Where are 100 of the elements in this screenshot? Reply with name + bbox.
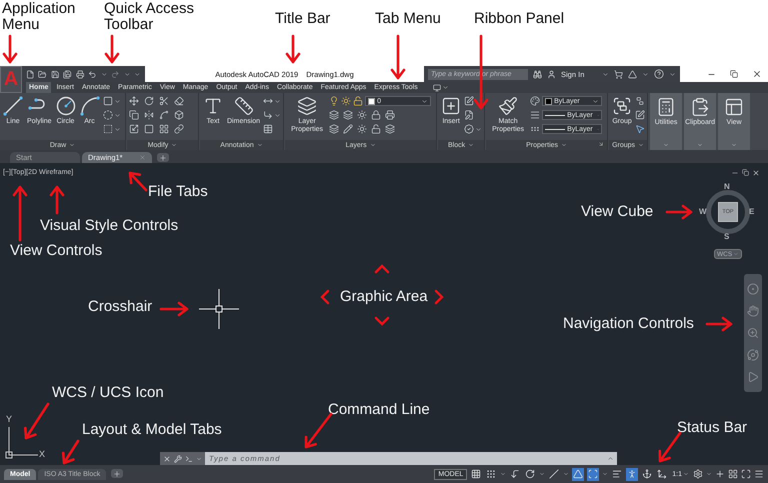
ungroup-icon[interactable] bbox=[635, 96, 646, 106]
square-icon[interactable] bbox=[144, 124, 154, 134]
prompt-icon[interactable] bbox=[185, 454, 193, 462]
compass-letter[interactable]: E bbox=[749, 208, 754, 216]
pencil-icon[interactable] bbox=[343, 124, 354, 134]
plus-icon[interactable] bbox=[715, 469, 725, 479]
eraser-icon[interactable] bbox=[174, 96, 184, 106]
dots-icon[interactable] bbox=[530, 124, 540, 134]
callout-label: Navigation Controls bbox=[563, 316, 694, 332]
file-pen-icon[interactable] bbox=[464, 110, 474, 120]
fullscreen-icon[interactable] bbox=[741, 469, 751, 479]
pointer-arrow bbox=[128, 172, 148, 192]
restore-icon[interactable] bbox=[742, 169, 749, 176]
zoom-icon[interactable] bbox=[747, 327, 759, 339]
layers-icon[interactable] bbox=[329, 110, 340, 120]
compass-letter[interactable]: N bbox=[724, 183, 730, 191]
ucs-axes-icon bbox=[5, 425, 39, 459]
settings-icon[interactable] bbox=[693, 469, 703, 479]
square-pen-icon[interactable] bbox=[635, 110, 646, 120]
square-pen-icon[interactable] bbox=[464, 96, 474, 106]
badge-icon[interactable] bbox=[464, 124, 474, 134]
hand-icon[interactable] bbox=[747, 305, 759, 317]
undo-icon[interactable] bbox=[88, 70, 97, 78]
unlock-icon[interactable] bbox=[371, 124, 382, 134]
status-toggle[interactable] bbox=[572, 468, 584, 480]
restore-icon[interactable] bbox=[730, 70, 738, 78]
save-icon[interactable] bbox=[50, 70, 60, 78]
new-layout-button[interactable] bbox=[111, 469, 124, 478]
status-toggle[interactable] bbox=[641, 468, 654, 480]
paintbrush-icon bbox=[498, 96, 518, 116]
monitor-icon[interactable] bbox=[432, 84, 441, 92]
rectangle-icon[interactable] bbox=[102, 96, 113, 106]
status-toggle[interactable] bbox=[470, 468, 482, 480]
user-icon[interactable] bbox=[547, 70, 556, 78]
leader-icon[interactable] bbox=[263, 110, 274, 120]
caret-icon bbox=[683, 471, 689, 477]
caret-icon bbox=[468, 142, 474, 148]
pointer-arrow bbox=[706, 316, 732, 332]
scale-icon[interactable] bbox=[129, 124, 139, 134]
scissors-icon[interactable] bbox=[159, 96, 169, 106]
grid-icon bbox=[471, 469, 482, 479]
copy-icon[interactable] bbox=[129, 110, 139, 120]
new-file-icon[interactable] bbox=[26, 70, 34, 78]
lines-icon[interactable] bbox=[530, 110, 540, 120]
status-toggle[interactable] bbox=[524, 468, 536, 480]
rotate-icon[interactable] bbox=[144, 96, 154, 106]
help-icon[interactable] bbox=[654, 69, 664, 79]
close-icon[interactable] bbox=[752, 69, 762, 79]
pointer-icon[interactable] bbox=[635, 124, 646, 134]
play-icon[interactable] bbox=[747, 371, 759, 383]
table-icon[interactable] bbox=[263, 124, 274, 134]
lock-icon[interactable] bbox=[371, 110, 382, 120]
caret-icon bbox=[421, 98, 428, 104]
curve-icon[interactable] bbox=[159, 110, 169, 120]
orbit-icon[interactable] bbox=[747, 349, 759, 361]
status-toggle[interactable] bbox=[587, 468, 600, 480]
wheel-icon[interactable] bbox=[747, 283, 759, 295]
callout-label: Layout & Model Tabs bbox=[82, 422, 222, 438]
status-toggle[interactable] bbox=[485, 468, 498, 480]
caret-icon bbox=[733, 251, 739, 257]
unlock-icon[interactable] bbox=[353, 96, 364, 106]
status-toggle[interactable] bbox=[656, 468, 668, 480]
status-toggle[interactable] bbox=[626, 468, 638, 480]
layers-icon[interactable] bbox=[343, 110, 354, 120]
close-icon[interactable] bbox=[752, 169, 760, 177]
redo-icon[interactable] bbox=[111, 70, 120, 78]
launcher-icon[interactable] bbox=[598, 141, 604, 147]
printer-icon[interactable] bbox=[76, 70, 84, 78]
status-toggle[interactable] bbox=[611, 468, 624, 480]
save-as-icon[interactable] bbox=[63, 70, 72, 78]
link-icon[interactable] bbox=[174, 124, 184, 134]
printer-icon[interactable] bbox=[385, 110, 396, 120]
box-icon[interactable] bbox=[174, 110, 184, 120]
cart-icon[interactable] bbox=[614, 70, 624, 78]
mirror-icon[interactable] bbox=[144, 110, 154, 120]
line-sample-icon bbox=[545, 128, 566, 130]
status-toggle[interactable] bbox=[548, 468, 560, 480]
callout-label: Tab Menu bbox=[375, 11, 441, 27]
grid-icon[interactable] bbox=[159, 124, 169, 134]
wrench-icon[interactable] bbox=[174, 454, 182, 462]
color-wheel-icon[interactable] bbox=[530, 96, 540, 106]
folder-icon[interactable] bbox=[38, 70, 47, 78]
dashed-square-icon[interactable] bbox=[102, 124, 113, 134]
move-icon[interactable] bbox=[129, 96, 139, 106]
grid-icon[interactable] bbox=[728, 469, 738, 479]
layers-icon[interactable] bbox=[385, 124, 396, 134]
status-toggle[interactable] bbox=[509, 468, 522, 480]
crosshair-icon bbox=[199, 289, 239, 329]
menu-icon[interactable] bbox=[754, 469, 764, 479]
lightbulb-icon[interactable] bbox=[329, 96, 340, 106]
dashed-circle-icon[interactable] bbox=[102, 110, 113, 120]
callout-label: Status Bar bbox=[677, 420, 748, 436]
binoculars-icon[interactable] bbox=[533, 70, 542, 78]
arrows-icon[interactable] bbox=[263, 96, 274, 106]
compass-letter[interactable]: W bbox=[699, 208, 707, 216]
square-snap-icon bbox=[588, 469, 598, 479]
new-tab-button[interactable] bbox=[157, 153, 169, 162]
triangle-icon[interactable] bbox=[628, 70, 638, 78]
compass-letter[interactable]: S bbox=[724, 233, 730, 241]
layers-icon[interactable] bbox=[329, 124, 340, 134]
